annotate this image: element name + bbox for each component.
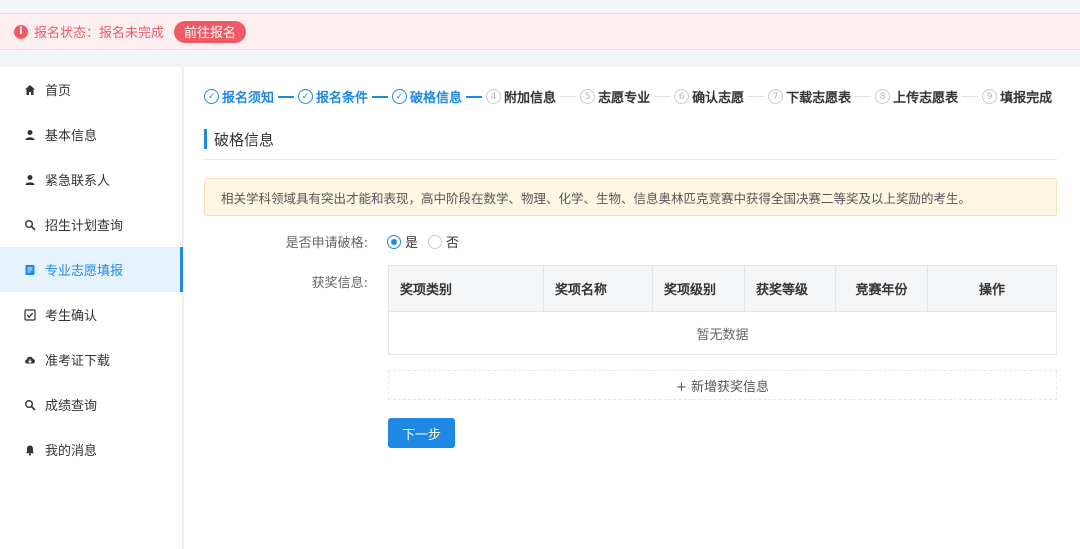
sidebar-item-label: 专业志愿填报 (45, 264, 124, 279)
info-icon: i (14, 24, 28, 39)
step-label: 报名条件 (316, 91, 369, 106)
main-content: ✓ 报名须知 ✓ 报名条件 ✓ 破格信息 4 附加信息 5 志愿专业 6 确认志… (184, 67, 1080, 549)
step-upload-form[interactable]: 8 上传志愿表 (875, 87, 958, 106)
document-icon (24, 264, 36, 276)
step-label: 填报完成 (1000, 91, 1053, 106)
step-number: 4 (486, 89, 502, 104)
sidebar-item-label: 紧急联系人 (45, 174, 111, 189)
step-label: 上传志愿表 (893, 91, 959, 106)
step-complete[interactable]: 9 填报完成 (982, 87, 1052, 106)
step-label: 确认志愿 (692, 91, 745, 106)
add-award-button[interactable]: + 新增获奖信息 (388, 370, 1057, 400)
radio-yes[interactable]: 是 (387, 232, 418, 251)
check-icon: ✓ (298, 89, 314, 104)
step-label: 下载志愿表 (786, 91, 852, 106)
sidebar-item-basic-info[interactable]: 基本信息 (0, 112, 182, 157)
sidebar-item-label: 考生确认 (45, 309, 98, 324)
step-connector (654, 96, 671, 97)
check-icon: ✓ (392, 89, 408, 104)
user-icon (24, 129, 36, 141)
radio-dot[interactable] (428, 234, 443, 249)
sidebar-item-major-application[interactable]: 专业志愿填报 (0, 247, 183, 292)
award-table: 奖项类别 奖项名称 奖项级别 获奖等级 竞赛年份 操作 暂无数据 (388, 265, 1057, 355)
step-connector (748, 96, 765, 97)
step-number: 5 (580, 89, 596, 104)
empty-placeholder: 暂无数据 (696, 327, 749, 343)
step-exceptional-info[interactable]: ✓ 破格信息 (392, 87, 462, 106)
step-connector (560, 96, 577, 97)
sidebar-item-label: 准考证下载 (45, 354, 111, 369)
step-label: 报名须知 (222, 91, 275, 106)
sidebar: 首页 基本信息 紧急联系人 招生计划查询 专业志愿填报 考生确认 准考证下载 成… (0, 67, 183, 549)
bell-icon (24, 444, 36, 456)
section-title: 破格信息 (204, 127, 1057, 151)
checkbox-icon (24, 308, 36, 321)
sidebar-item-admission-ticket[interactable]: 准考证下载 (0, 337, 182, 382)
step-label: 志愿专业 (598, 91, 651, 106)
step-registration-notice[interactable]: ✓ 报名须知 (204, 87, 274, 106)
step-connector (962, 96, 979, 97)
step-connector (278, 95, 295, 98)
goto-registration-button[interactable]: 前往报名 (174, 20, 247, 43)
cloud-download-icon (24, 354, 36, 366)
step-confirm-choice[interactable]: 6 确认志愿 (674, 87, 744, 106)
sidebar-item-score-query[interactable]: 成绩查询 (0, 382, 182, 427)
user-icon (24, 174, 36, 186)
apply-exceptional-radio-group: 是 否 (387, 232, 469, 251)
home-icon (24, 84, 36, 96)
step-additional-info[interactable]: 4 附加信息 (486, 87, 556, 106)
divider (204, 159, 1057, 160)
check-icon: ✓ (204, 89, 219, 104)
step-number: 9 (982, 89, 998, 104)
step-number: 6 (674, 89, 690, 104)
step-connector (372, 95, 389, 98)
sidebar-item-candidate-confirm[interactable]: 考生确认 (0, 292, 182, 337)
step-number: 7 (768, 89, 784, 104)
sidebar-item-enrollment-plan[interactable]: 招生计划查询 (0, 202, 182, 247)
sidebar-item-home[interactable]: 首页 (0, 67, 182, 112)
column-header: 奖项级别 (653, 266, 745, 311)
next-step-button[interactable]: 下一步 (388, 418, 455, 448)
search-icon (24, 399, 36, 411)
step-major-choice[interactable]: 5 志愿专业 (580, 87, 650, 106)
table-header: 奖项类别 奖项名称 奖项级别 获奖等级 竞赛年份 操作 (389, 266, 1056, 312)
step-label: 附加信息 (504, 91, 557, 106)
column-header: 竞赛年份 (836, 266, 928, 311)
step-download-form[interactable]: 7 下载志愿表 (768, 87, 851, 106)
column-header: 获奖等级 (745, 266, 836, 311)
registration-status-text: 报名状态：报名未完成 (34, 26, 165, 41)
radio-label: 是 (405, 236, 419, 251)
sidebar-item-emergency-contact[interactable]: 紧急联系人 (0, 157, 182, 202)
step-label: 破格信息 (410, 91, 463, 106)
column-header: 奖项类别 (389, 266, 544, 311)
step-connector (466, 95, 483, 98)
column-header: 奖项名称 (544, 266, 653, 311)
step-registration-conditions[interactable]: ✓ 报名条件 (298, 87, 368, 106)
progress-steps: ✓ 报名须知 ✓ 报名条件 ✓ 破格信息 4 附加信息 5 志愿专业 6 确认志… (204, 87, 1052, 106)
radio-dot[interactable] (387, 234, 401, 249)
award-info-label: 获奖信息: (311, 276, 368, 291)
sidebar-item-label: 招生计划查询 (45, 219, 124, 234)
radio-no[interactable]: 否 (428, 232, 459, 251)
step-connector (855, 96, 872, 97)
sidebar-item-label: 成绩查询 (45, 399, 98, 414)
search-icon (24, 219, 36, 231)
notice-box: 相关学科领域具有突出才能和表现，高中阶段在数学、物理、化学、生物、信息奥林匹克竞… (204, 178, 1057, 216)
apply-exceptional-label: 是否申请破格: (285, 236, 368, 251)
sidebar-item-label: 基本信息 (45, 129, 98, 144)
column-header: 操作 (978, 283, 1005, 298)
sidebar-item-label: 我的消息 (45, 444, 98, 459)
sidebar-item-my-messages[interactable]: 我的消息 (0, 427, 182, 472)
status-banner: i 报名状态：报名未完成 前往报名 (0, 13, 1080, 50)
sidebar-item-label: 首页 (45, 84, 72, 99)
radio-label: 否 (446, 236, 460, 251)
step-number: 8 (875, 89, 891, 104)
